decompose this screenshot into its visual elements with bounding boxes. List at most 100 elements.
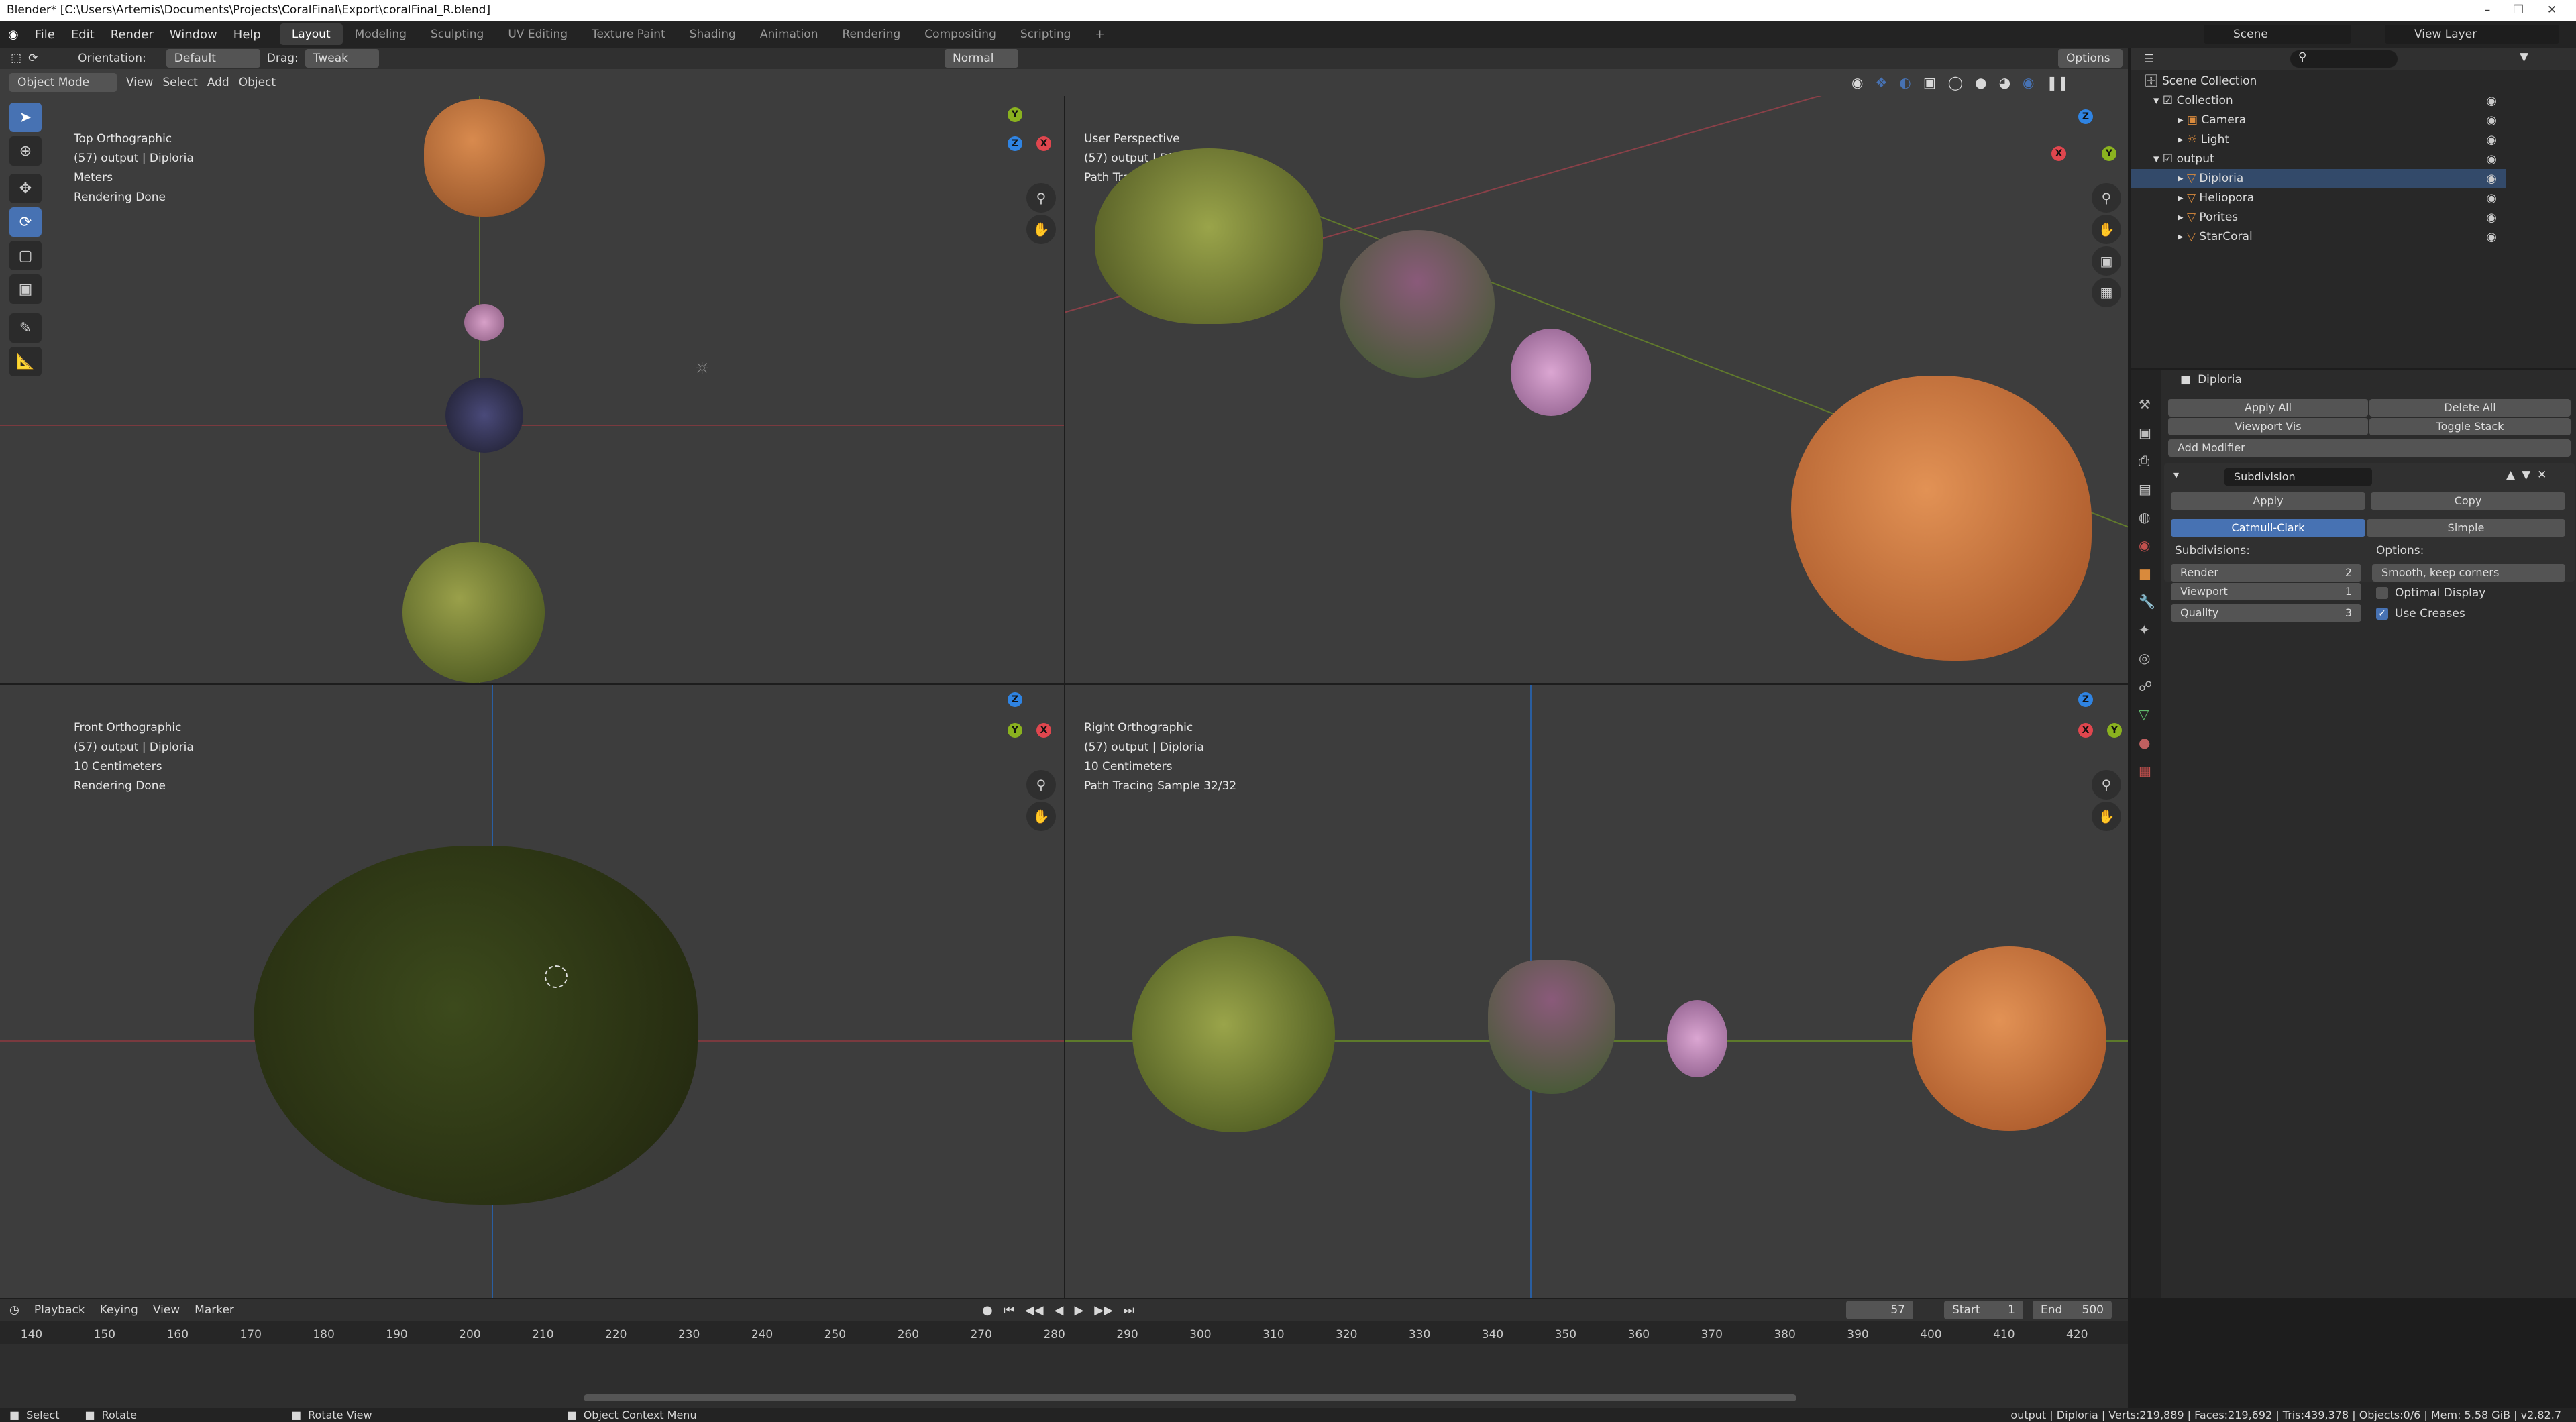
viewport-top[interactable]: Top Orthographic (57) output | Diploria …: [0, 96, 1064, 683]
tool-scale[interactable]: ▢: [9, 241, 42, 270]
pan-hand-icon[interactable]: ✋: [1026, 802, 1056, 831]
toggle-stack-button[interactable]: Toggle Stack: [2369, 418, 2571, 435]
tool-rotate[interactable]: ⟳: [9, 207, 42, 237]
menu-window[interactable]: Window: [162, 28, 225, 42]
menu-edit[interactable]: Edit: [63, 28, 103, 42]
zoom-icon[interactable]: ⚲: [2092, 183, 2121, 213]
constraints-tab-icon[interactable]: ☍: [2139, 678, 2155, 694]
object-tab-icon[interactable]: ■: [2139, 565, 2155, 582]
tool-cursor[interactable]: ⊕: [9, 136, 42, 166]
transform-pivot-dropdown[interactable]: Normal: [945, 49, 1018, 68]
simple-toggle[interactable]: Simple: [2367, 519, 2565, 537]
coral-diploria[interactable]: [254, 846, 698, 1205]
prev-key-icon[interactable]: ◀◀: [1025, 1303, 1044, 1317]
quality-field[interactable]: Quality 3: [2171, 604, 2361, 622]
camera-view-icon[interactable]: ▣: [2092, 246, 2121, 276]
maximize-icon[interactable]: ❐: [2500, 0, 2537, 21]
gizmo-x-icon[interactable]: X: [2051, 146, 2066, 161]
visibility-icon[interactable]: ◉: [1851, 74, 1863, 91]
pan-hand-icon[interactable]: ✋: [2092, 802, 2121, 831]
gizmo-y-icon[interactable]: Y: [1008, 107, 1022, 122]
current-frame-field[interactable]: 57: [1846, 1301, 1913, 1319]
pan-hand-icon[interactable]: ✋: [2092, 215, 2121, 244]
tab-modeling[interactable]: Modeling: [343, 23, 419, 45]
viewport-vis-button[interactable]: Viewport Vis: [2168, 418, 2368, 435]
outliner-root[interactable]: 🗄 Scene Collection: [2131, 72, 2506, 91]
record-icon[interactable]: ●: [982, 1303, 993, 1317]
scene-tab-icon[interactable]: ◍: [2139, 509, 2155, 525]
tab-sculpting[interactable]: Sculpting: [419, 23, 496, 45]
gizmo-x-icon[interactable]: X: [1036, 136, 1051, 151]
eye-icon[interactable]: ◉: [2486, 227, 2497, 247]
options-dropdown[interactable]: Options: [2058, 49, 2123, 68]
outliner-item-diploria[interactable]: ▸ ▽ Diploria ◉: [2131, 169, 2506, 188]
eye-icon[interactable]: ◉: [2486, 208, 2497, 227]
shading-rendered-icon[interactable]: ◉: [2023, 74, 2034, 91]
mode-dropdown[interactable]: Object Mode: [9, 73, 117, 92]
gizmo-y-icon[interactable]: Y: [1008, 723, 1022, 738]
drag-dropdown[interactable]: Tweak: [305, 49, 379, 68]
coral-porites[interactable]: [424, 99, 545, 217]
jump-start-icon[interactable]: ⏮: [1004, 1303, 1014, 1317]
timeline-editor-icon[interactable]: ◷: [9, 1303, 19, 1317]
shading-solid-icon[interactable]: ●: [1975, 74, 1986, 91]
tool-tab-icon[interactable]: ⚒: [2139, 396, 2155, 413]
outliner-item-output[interactable]: ▾ ☑ output ◉: [2131, 150, 2506, 169]
menu-add[interactable]: Add: [207, 76, 229, 89]
apply-button[interactable]: Apply: [2171, 492, 2365, 510]
gizmo-x-icon[interactable]: X: [2078, 723, 2093, 738]
pause-icon[interactable]: ❚❚: [2047, 74, 2070, 91]
zoom-icon[interactable]: ⚲: [1026, 770, 1056, 800]
viewport-right[interactable]: Right Orthographic (57) output | Diplori…: [1065, 685, 2128, 1298]
tool-measure[interactable]: 📐: [9, 347, 42, 376]
optimal-display-checkbox[interactable]: Optimal Display: [2376, 586, 2485, 600]
render-levels-field[interactable]: Render 2: [2171, 564, 2361, 582]
zoom-icon[interactable]: ⚲: [2092, 770, 2121, 800]
shading-material-icon[interactable]: ◕: [1999, 74, 2010, 91]
scene-selector[interactable]: Scene: [2204, 25, 2351, 44]
tab-scripting[interactable]: Scripting: [1008, 23, 1083, 45]
eye-icon[interactable]: ◉: [2486, 130, 2497, 150]
viewport-perspective[interactable]: User Perspective (57) output | Diploria …: [1065, 96, 2128, 683]
tab-animation[interactable]: Animation: [748, 23, 830, 45]
modifier-tab-icon[interactable]: 🔧: [2139, 594, 2155, 610]
copy-button[interactable]: Copy: [2371, 492, 2565, 510]
world-tab-icon[interactable]: ◉: [2139, 537, 2155, 553]
tab-shading[interactable]: Shading: [678, 23, 748, 45]
eye-icon[interactable]: ◉: [2486, 91, 2497, 111]
render-tab-icon[interactable]: ▣: [2139, 425, 2155, 441]
texture-tab-icon[interactable]: ▦: [2139, 763, 2155, 779]
view-layer-tab-icon[interactable]: ▤: [2139, 481, 2155, 497]
jump-end-icon[interactable]: ⏭: [1124, 1303, 1134, 1317]
menu-object[interactable]: Object: [239, 76, 276, 89]
filter-icon[interactable]: ▼: [2520, 50, 2528, 64]
gizmo-y-icon[interactable]: Y: [2102, 146, 2116, 161]
tab-texture-paint[interactable]: Texture Paint: [580, 23, 678, 45]
data-tab-icon[interactable]: ▽: [2139, 706, 2155, 722]
close-window-icon[interactable]: ✕: [2533, 0, 2571, 21]
viewport-front[interactable]: Front Orthographic (57) output | Diplori…: [0, 685, 1064, 1298]
add-workspace-icon[interactable]: +: [1083, 23, 1116, 45]
collapse-icon[interactable]: ▾: [2174, 468, 2179, 481]
outliner-item-light[interactable]: ▸ ☼ Light ◉: [2131, 130, 2506, 150]
delete-all-button[interactable]: Delete All: [2369, 399, 2571, 417]
view-layer-selector[interactable]: View Layer: [2385, 25, 2559, 44]
menu-file[interactable]: File: [27, 28, 63, 42]
tool-move[interactable]: ✥: [9, 174, 42, 203]
coral-diploria[interactable]: [1095, 148, 1323, 324]
physics-tab-icon[interactable]: ◎: [2139, 650, 2155, 666]
outliner-item-heliopora[interactable]: ▸ ▽ Heliopora ◉: [2131, 188, 2506, 208]
orientation-dropdown[interactable]: Default: [166, 49, 260, 68]
transform-icon[interactable]: ⬚: [11, 52, 21, 65]
gizmo-z-icon[interactable]: Z: [1008, 136, 1022, 151]
coral-heliopora[interactable]: [1667, 1000, 1727, 1077]
coral-starcoral[interactable]: [1488, 960, 1615, 1094]
remove-modifier-icon[interactable]: ✕: [2537, 468, 2546, 482]
start-frame-field[interactable]: Start 1: [1944, 1301, 2023, 1319]
pan-hand-icon[interactable]: ✋: [1026, 215, 1056, 244]
eye-icon[interactable]: ◉: [2486, 150, 2497, 169]
gizmo-y-icon[interactable]: Y: [2107, 723, 2122, 738]
gizmo-icon[interactable]: ❖: [1875, 74, 1887, 91]
menu-select[interactable]: Select: [162, 76, 197, 89]
tool-select[interactable]: ➤: [9, 103, 42, 132]
